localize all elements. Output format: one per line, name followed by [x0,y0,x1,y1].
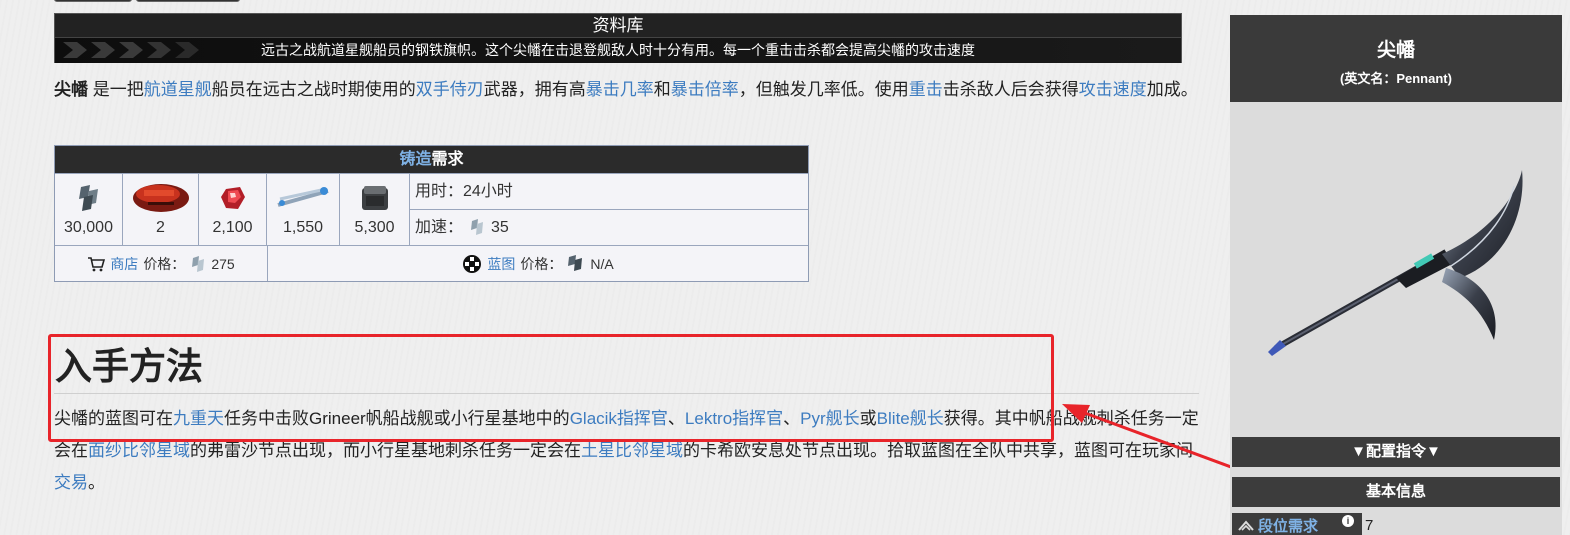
text: 或 [859,409,877,428]
mastery-label-cell[interactable]: 段位需求 i [1232,513,1362,535]
blueprint-icon [463,254,482,273]
section-heading-acquisition: 入手方法 [55,345,203,388]
link-rail-ship[interactable]: 航道星舰 [144,80,212,99]
text: 、 [783,409,801,428]
text: 、 [667,409,685,428]
section-divider [54,393,1199,394]
info-icon[interactable]: i [1342,515,1354,527]
infobox-english-name: (英文名：Pennant) [1340,71,1452,86]
pennant-weapon-image [1268,169,1523,356]
resource-amount: 1,550 [282,219,324,236]
basic-info-header: 基本信息 [1232,477,1560,507]
resource-red-gem[interactable]: 2,100 [199,174,267,245]
link-saturn-proxima[interactable]: 土星比邻星域 [581,441,683,460]
market-price-value: 275 [211,255,235,272]
text: 的卡希欧安息处节点出现。拾取蓝图在全队中共享，蓝图可在玩家间 [683,441,1193,460]
codex-subtitle: 远古之战航道星舰船员的钢铁旗帜。这个尖幡在击退登舰敌人时十分有用。每一个重击击杀… [55,38,1181,63]
weapon-image [1230,102,1562,437]
link-pyr-captain[interactable]: Pyr舰长 [800,409,860,428]
platinum-icon [471,219,484,235]
link-crit-multiplier[interactable]: 暴击倍率 [671,80,739,99]
resource-gray-block[interactable]: 5,300 [340,174,410,245]
gray-block-icon [361,186,388,210]
red-crate-icon [132,184,189,212]
codex-title: 资料库 [55,14,1181,38]
infobox-weapon-name: 尖幡 [1376,40,1415,61]
link-void[interactable]: 九重天 [173,409,224,428]
resource-blue-cable[interactable]: 1,550 [267,174,340,245]
market-price-label: 价格： [143,255,186,272]
market-price: 商店 价格： 275 [55,246,268,281]
top-tab-stub[interactable] [54,0,132,2]
text: 。 [88,473,105,492]
price-row: 商店 价格： 275 蓝图 价格： N/A [55,245,808,281]
crafting-header-text: 需求 [431,151,464,168]
link-blueprint[interactable]: 蓝图 [487,254,515,274]
rush-value: 35 [491,218,509,236]
cart-icon [88,256,106,271]
infobox-header: 尖幡 (英文名：Pennant) [1230,15,1562,102]
build-time-label: 用时：24小时 [415,183,513,200]
resource-amount: 2,100 [212,219,253,236]
red-gem-icon [220,187,245,209]
text: 武器，拥有高 [483,80,586,99]
link-market[interactable]: 商店 [110,254,138,274]
resource-row: 30,000 2 2,100 1,550 5,300 用时：24小时 加速： 3… [55,173,808,245]
resource-red-crate[interactable]: 2 [123,174,199,245]
resource-amount: 2 [156,219,165,236]
crafting-header: 铸造需求 [55,146,808,173]
credits-icon [78,185,98,211]
text: 尖幡的蓝图可在 [54,409,173,428]
codex-description: 远古之战航道星舰船员的钢铁旗帜。这个尖幡在击退登舰敌人时十分有用。每一个重击击杀… [261,42,975,58]
top-tab-stub[interactable] [136,0,240,2]
link-heavy-attack[interactable]: 重击 [909,80,943,99]
text: 击杀敌人后会获得 [942,80,1079,99]
weapon-name: 尖幡 [54,80,88,99]
build-time-column: 用时：24小时 加速： 35 [410,174,808,245]
rush-label: 加速： [415,218,464,236]
link-two-handed-nikana[interactable]: 双手侍刃 [416,80,484,99]
text: 和 [653,80,671,99]
intro-paragraph: 尖幡 是一把航道星舰船员在远古之战时期使用的双手侍刃武器，拥有高暴击几率和暴击倍… [54,74,1199,105]
link-foundry[interactable]: 铸造 [399,151,431,168]
text: ，但触发几率低。使用 [738,80,909,99]
chevron-decoration-icon [63,42,199,58]
blueprint-price-label: 价格： [520,255,563,272]
codex-banner: 资料库 远古之战航道星舰船员的钢铁旗帜。这个尖幡在击退登舰敌人时十分有用。每一个… [54,13,1182,63]
config-toggle[interactable]: ▼配置指令▼ [1232,437,1560,467]
link-blite-captain[interactable]: Blite舰长 [877,409,944,428]
text: 是一把 [88,80,144,99]
blueprint-price-value: N/A [590,255,614,272]
link-crit-chance[interactable]: 暴击几率 [586,80,654,99]
crafting-requirements-table: 铸造需求 30,000 2 2,100 1,550 5,300 用时：24小时 … [54,145,809,282]
mastery-rank-icon [1238,520,1254,531]
mastery-row: 段位需求 i 7 [1230,513,1562,535]
text: 的弗雷沙节点出现，而小行星基地刺杀任务一定会在 [190,441,581,460]
link-glacik-commander[interactable]: Glacik指挥官 [570,409,668,428]
blue-cable-icon [277,187,329,207]
resource-amount: 30,000 [64,219,113,236]
weapon-infobox: 尖幡 (英文名：Pennant) ▼配置指令▼ 基本信息 段位需求 i 7 [1230,15,1562,535]
link-veil-proxima[interactable]: 面纱比邻星域 [88,441,190,460]
resource-credits[interactable]: 30,000 [55,174,123,245]
rush-cost: 加速： 35 [410,209,808,244]
mastery-value: 7 [1365,516,1374,534]
acquisition-paragraph: 尖幡的蓝图可在九重天任务中击败Grineer帆船战舰或小行星基地中的Glacik… [54,403,1199,499]
text: 加成。 [1146,80,1198,99]
link-attack-speed[interactable]: 攻击速度 [1079,80,1147,99]
platinum-icon [192,255,205,272]
link-trading[interactable]: 交易 [54,473,88,492]
blueprint-price: 蓝图 价格： N/A [268,246,808,281]
build-time: 用时：24小时 [410,174,808,209]
mastery-label: 段位需求 [1258,517,1319,535]
link-lektro-commander[interactable]: Lektro指挥官 [685,409,783,428]
resource-amount: 5,300 [354,219,395,236]
text: 任务中击败Grineer帆船战舰或小行星基地中的 [224,409,570,428]
text: 船员在远古之战时期使用的 [211,80,416,99]
credits-icon [568,254,583,271]
